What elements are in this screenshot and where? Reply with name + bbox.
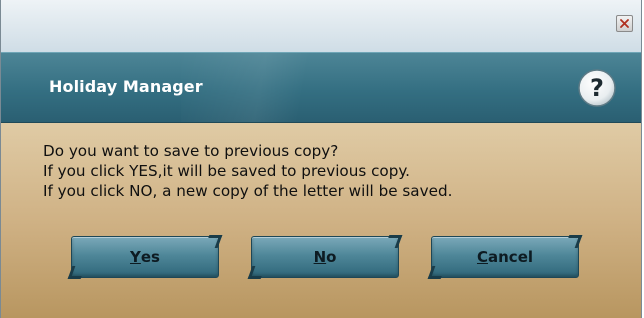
cancel-button-accel: C bbox=[476, 248, 488, 266]
message-text: Do you want to save to previous copy? If… bbox=[43, 141, 452, 201]
yes-button[interactable]: Yes bbox=[71, 236, 219, 278]
dialog-window: Holiday Manager ? Do you want to save to… bbox=[0, 0, 642, 318]
no-button[interactable]: No bbox=[251, 236, 399, 278]
no-button-label: o bbox=[326, 248, 337, 266]
dialog-title: Holiday Manager bbox=[49, 77, 203, 96]
cancel-button-label: ancel bbox=[488, 248, 534, 266]
yes-button-label: es bbox=[140, 248, 160, 266]
close-icon bbox=[620, 19, 629, 28]
message-line-1: Do you want to save to previous copy? bbox=[43, 142, 339, 160]
message-line-2: If you click YES,it will be saved to pre… bbox=[43, 162, 410, 180]
cancel-button[interactable]: Cancel bbox=[431, 236, 579, 278]
message-line-3: If you click NO, a new copy of the lette… bbox=[43, 182, 453, 200]
yes-button-accel: Y bbox=[130, 248, 141, 266]
dialog-header: Holiday Manager ? bbox=[1, 52, 641, 123]
svg-text:?: ? bbox=[590, 74, 604, 102]
no-button-accel: N bbox=[313, 248, 327, 266]
close-button[interactable] bbox=[616, 15, 633, 32]
question-mark-icon[interactable]: ? bbox=[577, 68, 617, 108]
title-bar bbox=[1, 0, 641, 52]
